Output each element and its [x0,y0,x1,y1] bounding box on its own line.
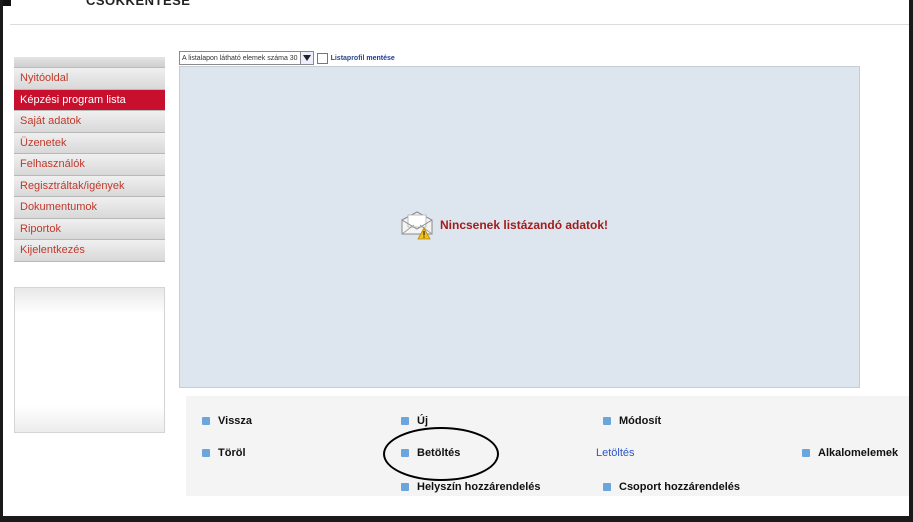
download-link[interactable]: Letöltés [596,447,635,459]
sidebar-item-users[interactable]: Felhasználók [14,154,165,176]
profile-label: Listaprofil [330,54,365,62]
new-label: Új [417,415,428,427]
sidebar-top-cap [14,57,165,68]
assign-location-button[interactable]: Helyszín hozzárendelés [401,481,541,493]
back-button[interactable]: Vissza [202,415,252,427]
bullet-icon [401,417,409,425]
back-label: Vissza [218,415,253,427]
assign-location-label: Helyszín hozzárendelés [417,481,541,493]
profile-save-label: mentése [366,54,395,62]
empty-state: Nincsenek listázandó adatok! [400,210,608,240]
chevron-down-icon[interactable] [299,52,313,64]
assign-group-label: Csoport hozzárendelés [619,481,741,493]
modify-button[interactable]: Módosít [603,415,661,427]
bullet-icon [603,417,611,425]
delete-button[interactable]: Töröl [202,447,246,459]
bullet-icon [202,417,210,425]
sidebar-item-training-program-list[interactable]: Képzési program lista [14,89,165,111]
sidebar-item-logout[interactable]: Kijelentkezés [14,240,165,262]
actions-panel [186,396,913,496]
page: CSOKKENTESE Nyitóoldal Képzési program l… [3,0,913,516]
highlight-circle-annotation [383,427,499,481]
bottom-frame-edge [0,516,913,522]
empty-message: Nincsenek listázandó adatok! [440,218,609,232]
sidebar-item-home[interactable]: Nyitóoldal [14,68,165,90]
sub-elements-button[interactable]: Alkalomelemek [802,447,898,459]
sidebar-item-registrations[interactable]: Regisztráltak/igények [14,175,165,197]
bullet-icon [202,449,210,457]
sub-elements-label: Alkalomelemek [818,447,899,459]
bullet-icon [401,483,409,491]
list-panel: Nincsenek listázandó adatok! [179,66,860,388]
page-size-select-value: A listalapon látható elemek száma 30 [182,54,298,62]
modify-label: Módosít [619,415,662,427]
right-frame-edge [909,0,913,522]
save-profile-label[interactable]: Listaprofil mentése [331,55,395,62]
bullet-icon [802,449,810,457]
delete-label: Töröl [218,447,246,459]
sidebar-info-box [14,287,165,433]
envelope-warning-icon [400,210,436,240]
header-corner [3,0,11,6]
sidebar-item-reports[interactable]: Riportok [14,218,165,240]
page-size-select[interactable]: A listalapon látható elemek száma 30 [179,51,314,65]
assign-group-button[interactable]: Csoport hozzárendelés [603,481,740,493]
page-title: CSOKKENTESE [86,0,191,8]
sidebar-item-own-data[interactable]: Saját adatok [14,111,165,133]
header-divider [10,24,910,25]
sidebar-item-messages[interactable]: Üzenetek [14,132,165,154]
save-profile-checkbox[interactable] [316,52,328,64]
list-toolbar: A listalapon látható elemek száma 30 Lis… [179,51,395,65]
bullet-icon [603,483,611,491]
new-button[interactable]: Új [401,415,428,427]
sidebar-item-documents[interactable]: Dokumentumok [14,197,165,219]
sidebar: Nyitóoldal Képzési program lista Saját a… [14,57,165,262]
